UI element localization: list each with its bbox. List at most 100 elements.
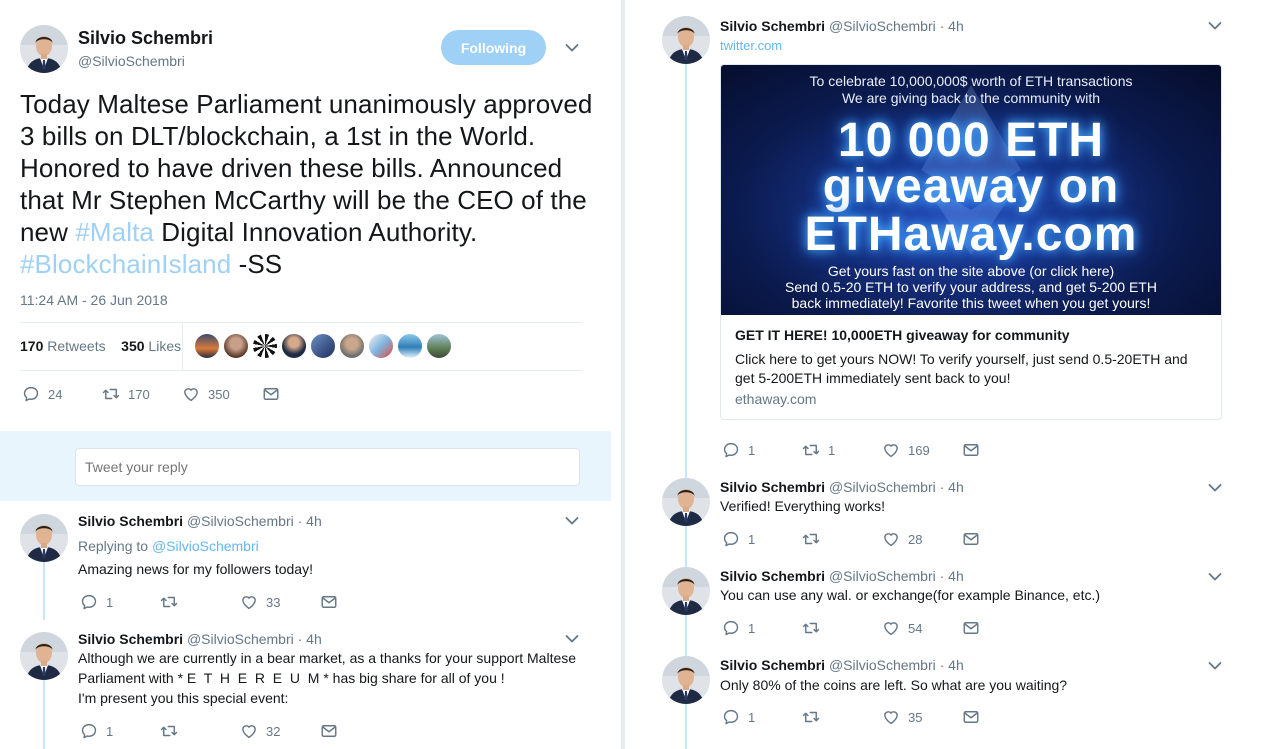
reply-icon[interactable] [722,708,740,726]
handle-time[interactable]: @SilvioSchembri · 4h [829,657,964,673]
tweet-author[interactable]: Silvio Schembri @SilvioSchembri · 4h [720,657,964,673]
tweet-timestamp[interactable]: 11:24 AM - 26 Jun 2018 [20,292,168,308]
chevron-down-icon[interactable] [565,634,579,644]
liker-avatar[interactable] [252,333,278,359]
reply-icon[interactable] [722,441,740,459]
reply-action[interactable]: 1 [722,708,755,726]
reply-action[interactable]: 1 [722,530,755,548]
reply-avatar[interactable] [20,514,68,562]
message-icon[interactable] [962,708,980,726]
like-action[interactable]: 28 [882,530,922,548]
message-icon[interactable] [320,722,338,740]
main-author-handle[interactable]: @SilvioSchembri [78,53,185,69]
link-card[interactable]: To celebrate 10,000,000$ worth of ETH tr… [720,64,1222,420]
message-icon[interactable] [262,385,280,403]
likes-count[interactable]: 350 [121,338,144,354]
message-action[interactable] [320,722,346,740]
author-name[interactable]: Silvio Schembri [720,479,825,495]
retweet-icon[interactable] [802,619,820,637]
liker-avatar[interactable] [339,333,365,359]
retweet-icon[interactable] [802,530,820,548]
message-action[interactable] [962,708,988,726]
retweet-icon[interactable] [160,722,178,740]
reply-action[interactable]: 1 [80,593,113,611]
message-icon[interactable] [962,619,980,637]
retweet-icon[interactable] [802,708,820,726]
retweet-icon[interactable] [160,593,178,611]
chevron-down-icon[interactable] [1208,21,1222,31]
handle-time[interactable]: @SilvioSchembri · 4h [829,479,964,495]
retweet-action[interactable] [802,530,828,548]
main-author-avatar[interactable] [20,25,68,73]
retweet-action[interactable]: 170 [102,385,150,403]
reply-icon[interactable] [22,385,40,403]
reply-action[interactable]: 1 [722,441,755,459]
card-domain[interactable]: ethaway.com [735,391,816,407]
reply-icon[interactable] [80,722,98,740]
chevron-down-icon[interactable] [1208,572,1222,582]
reply-action[interactable]: 1 [80,722,113,740]
liker-avatar[interactable] [223,333,249,359]
tweet-avatar[interactable] [662,567,710,615]
retweet-action[interactable] [160,722,186,740]
like-action[interactable]: 169 [882,441,930,459]
retweet-action[interactable] [802,708,828,726]
message-action[interactable] [262,385,288,403]
hashtag-blockchainisland[interactable]: #BlockchainIsland [20,249,231,279]
retweet-action[interactable] [802,619,828,637]
card-title[interactable]: GET IT HERE! 10,000ETH giveaway for comm… [735,327,1070,343]
message-icon[interactable] [962,441,980,459]
like-icon[interactable] [882,619,900,637]
retweets-label[interactable]: Retweets [47,338,105,354]
hashtag-malta[interactable]: #Malta [75,217,154,247]
like-icon[interactable] [240,722,258,740]
reply-avatar[interactable] [20,632,68,680]
tweet-avatar[interactable] [662,478,710,526]
message-action[interactable] [962,619,988,637]
author-name[interactable]: Silvio Schembri [720,657,825,673]
reply-icon[interactable] [80,593,98,611]
like-icon[interactable] [182,385,200,403]
like-icon[interactable] [882,530,900,548]
author-name[interactable]: Silvio Schembri [720,568,825,584]
message-icon[interactable] [320,593,338,611]
retweet-action[interactable]: 1 [802,441,835,459]
retweets-count[interactable]: 170 [20,338,43,354]
replying-to-link[interactable]: @SilvioSchembri [152,538,259,554]
like-icon[interactable] [882,441,900,459]
like-action[interactable]: 32 [240,722,280,740]
chevron-down-icon[interactable] [1208,483,1222,493]
tweet-author[interactable]: Silvio Schembri @SilvioSchembri · 4h [720,479,964,495]
tweet-avatar[interactable] [662,16,710,64]
handle-time[interactable]: @SilvioSchembri · 4h [187,513,322,529]
handle-time[interactable]: @SilvioSchembri · 4h [829,18,964,34]
chevron-down-icon[interactable] [565,43,579,53]
author-name[interactable]: Silvio Schembri [720,18,825,34]
author-name[interactable]: Silvio Schembri [78,631,183,647]
like-action[interactable]: 350 [182,385,230,403]
liker-avatar[interactable] [310,333,336,359]
retweet-icon[interactable] [802,441,820,459]
tweet-avatar[interactable] [662,656,710,704]
reply-action[interactable]: 1 [722,619,755,637]
main-author-name[interactable]: Silvio Schembri [78,28,213,49]
tweet-link[interactable]: twitter.com [720,38,782,53]
message-action[interactable] [962,441,988,459]
handle-time[interactable]: @SilvioSchembri · 4h [829,568,964,584]
tweet-author[interactable]: Silvio Schembri @SilvioSchembri · 4h [720,18,964,34]
liker-avatar[interactable] [281,333,307,359]
message-icon[interactable] [962,530,980,548]
liker-avatar[interactable] [368,333,394,359]
tweet-reply-input[interactable] [75,448,580,486]
liker-avatar[interactable] [397,333,423,359]
author-name[interactable]: Silvio Schembri [78,513,183,529]
liker-avatar[interactable] [194,333,220,359]
reply-author[interactable]: Silvio Schembri @SilvioSchembri · 4h [78,513,322,529]
likes-label[interactable]: Likes [148,338,181,354]
message-action[interactable] [962,530,988,548]
retweet-action[interactable] [160,593,186,611]
following-button[interactable]: Following [441,30,546,65]
like-icon[interactable] [882,708,900,726]
like-action[interactable]: 33 [240,593,280,611]
like-action[interactable]: 54 [882,619,922,637]
